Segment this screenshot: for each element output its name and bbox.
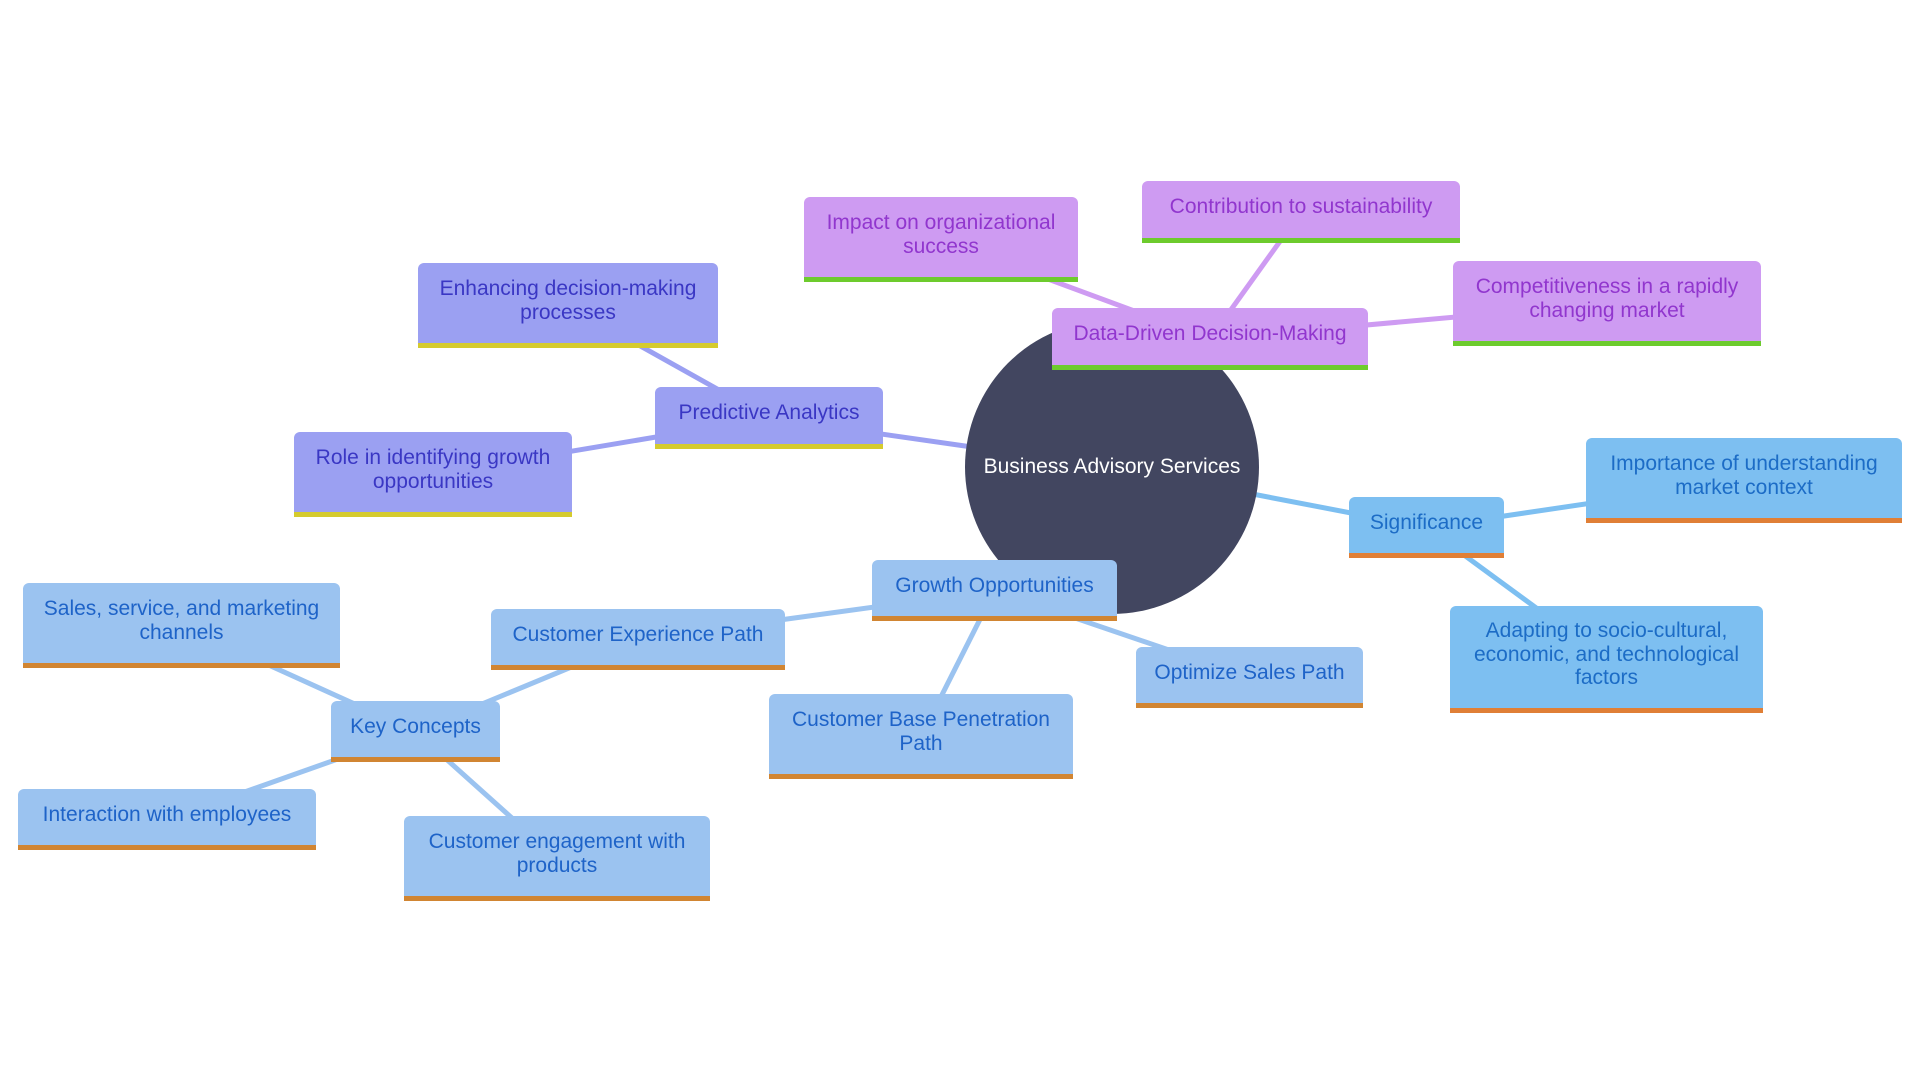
node-predictive-analytics[interactable]: Predictive Analytics: [655, 387, 883, 449]
node-label: Contribution to sustainability: [1169, 195, 1433, 219]
node-competitiveness[interactable]: Competitiveness in a rapidly changing ma…: [1453, 261, 1761, 346]
node-label: Interaction with employees: [42, 802, 292, 826]
node-growth-opportunities[interactable]: Growth Opportunities: [872, 560, 1117, 621]
node-impact-on-organizational-success[interactable]: Impact on organizational success: [804, 197, 1078, 282]
node-interaction-with-employees[interactable]: Interaction with employees: [18, 789, 316, 850]
node-adapting-to-factors[interactable]: Adapting to socio-cultural, economic, an…: [1450, 606, 1763, 713]
node-significance[interactable]: Significance: [1349, 497, 1504, 558]
node-label: Importance of understanding market conte…: [1610, 451, 1878, 499]
node-customer-experience-path[interactable]: Customer Experience Path: [491, 609, 785, 670]
node-label: Data-Driven Decision-Making: [1073, 322, 1347, 346]
node-label: Significance: [1369, 510, 1484, 534]
node-role-in-identifying-growth[interactable]: Role in identifying growth opportunities: [294, 432, 572, 517]
node-label: Sales, service, and marketing channels: [43, 596, 320, 644]
node-label: Customer Base Penetration Path: [792, 707, 1050, 755]
node-label: Competitiveness in a rapidly changing ma…: [1475, 274, 1739, 322]
node-data-driven-decision-making[interactable]: Data-Driven Decision-Making: [1052, 308, 1368, 370]
node-label: Customer engagement with products: [428, 829, 686, 877]
node-sales-service-marketing-channels[interactable]: Sales, service, and marketing channels: [23, 583, 340, 668]
node-contribution-to-sustainability[interactable]: Contribution to sustainability: [1142, 181, 1460, 243]
node-label: Predictive Analytics: [678, 401, 860, 425]
node-label: Adapting to socio-cultural, economic, an…: [1473, 619, 1739, 690]
node-optimize-sales-path[interactable]: Optimize Sales Path: [1136, 647, 1363, 708]
node-label: Role in identifying growth opportunities: [315, 445, 551, 493]
node-importance-of-market-context[interactable]: Importance of understanding market conte…: [1586, 438, 1902, 523]
node-key-concepts[interactable]: Key Concepts: [331, 701, 500, 762]
node-label: Impact on organizational success: [826, 210, 1056, 258]
node-label: Optimize Sales Path: [1154, 660, 1345, 684]
root-label: Business Advisory Services: [983, 455, 1241, 478]
connector-layer: [166, 210, 1745, 861]
node-label: Enhancing decision-making processes: [439, 276, 697, 324]
node-label: Growth Opportunities: [895, 573, 1094, 597]
node-customer-engagement-with-products[interactable]: Customer engagement with products: [404, 816, 710, 901]
node-customer-base-penetration-path[interactable]: Customer Base Penetration Path: [769, 694, 1073, 779]
node-enhancing-decision-making[interactable]: Enhancing decision-making processes: [418, 263, 718, 348]
node-label: Key Concepts: [350, 714, 481, 738]
node-label: Customer Experience Path: [512, 622, 764, 646]
